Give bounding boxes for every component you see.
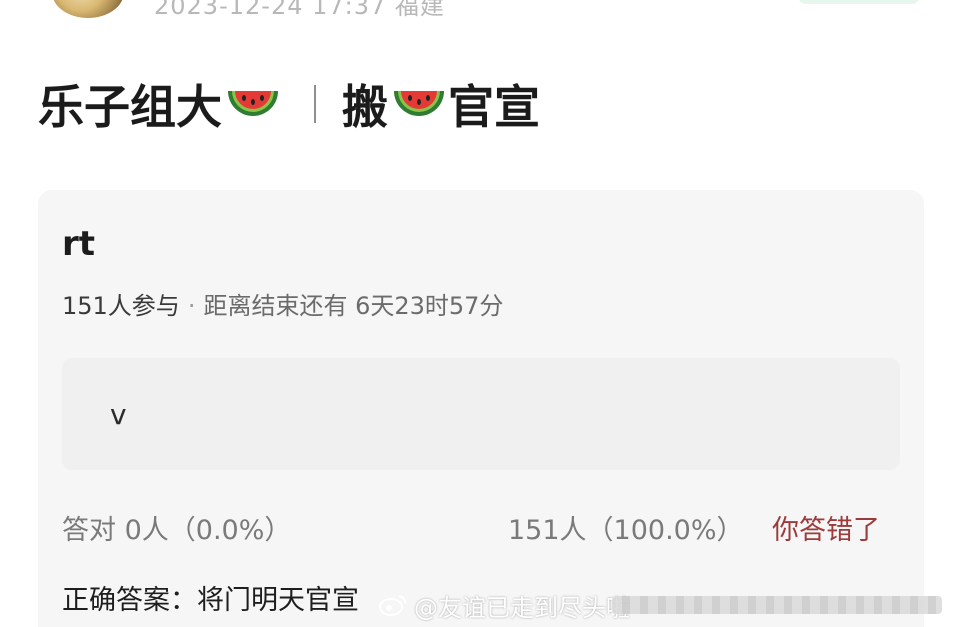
wrong-answer-badge: 你答错了: [772, 515, 880, 546]
screenshot-page: 2023-12-24 17:37 福建 乐子组大 搬 官宣 rt 151人参与 ·…: [0, 0, 960, 627]
avatar[interactable]: [52, 0, 124, 18]
correct-stats: 答对 0人（0.0%）: [62, 515, 292, 546]
title-text-2: 搬: [342, 80, 388, 134]
participants-count: 151人参与: [62, 292, 180, 320]
quiz-title: rt: [62, 224, 96, 264]
deadline-text: 距离结束还有 6天23时57分: [203, 292, 504, 320]
quiz-results: 答对 0人（0.0%） 151人（100.0%） 你答错了: [62, 508, 900, 548]
weibo-icon: [379, 595, 406, 616]
title-divider: [314, 85, 316, 123]
wrong-stats: 151人（100.0%）: [508, 515, 744, 546]
watermelon-icon: [394, 91, 444, 116]
watermelon-icon: [228, 91, 278, 116]
watermark: @友谊已走到尽头啦: [378, 588, 630, 622]
blurred-watermark: [612, 596, 942, 614]
info-separator: ·: [187, 292, 196, 320]
correct-answer: 正确答案：将门明天官宣: [62, 585, 359, 616]
quiz-info: 151人参与 · 距离结束还有 6天23时57分: [62, 286, 503, 321]
quiz-option[interactable]: v: [62, 358, 900, 470]
title-text-1: 乐子组大: [38, 80, 222, 134]
post-meta: 2023-12-24 17:37 福建: [154, 0, 445, 20]
quiz-option-label: v: [110, 398, 127, 431]
watermark-text: @友谊已走到尽头啦: [414, 593, 630, 622]
post-title: 乐子组大 搬 官宣: [38, 72, 540, 136]
follow-button[interactable]: [798, 0, 920, 4]
quiz-card: rt 151人参与 · 距离结束还有 6天23时57分 v 答对 0人（0.0%） …: [38, 190, 924, 627]
title-text-3: 官宣: [448, 80, 540, 134]
